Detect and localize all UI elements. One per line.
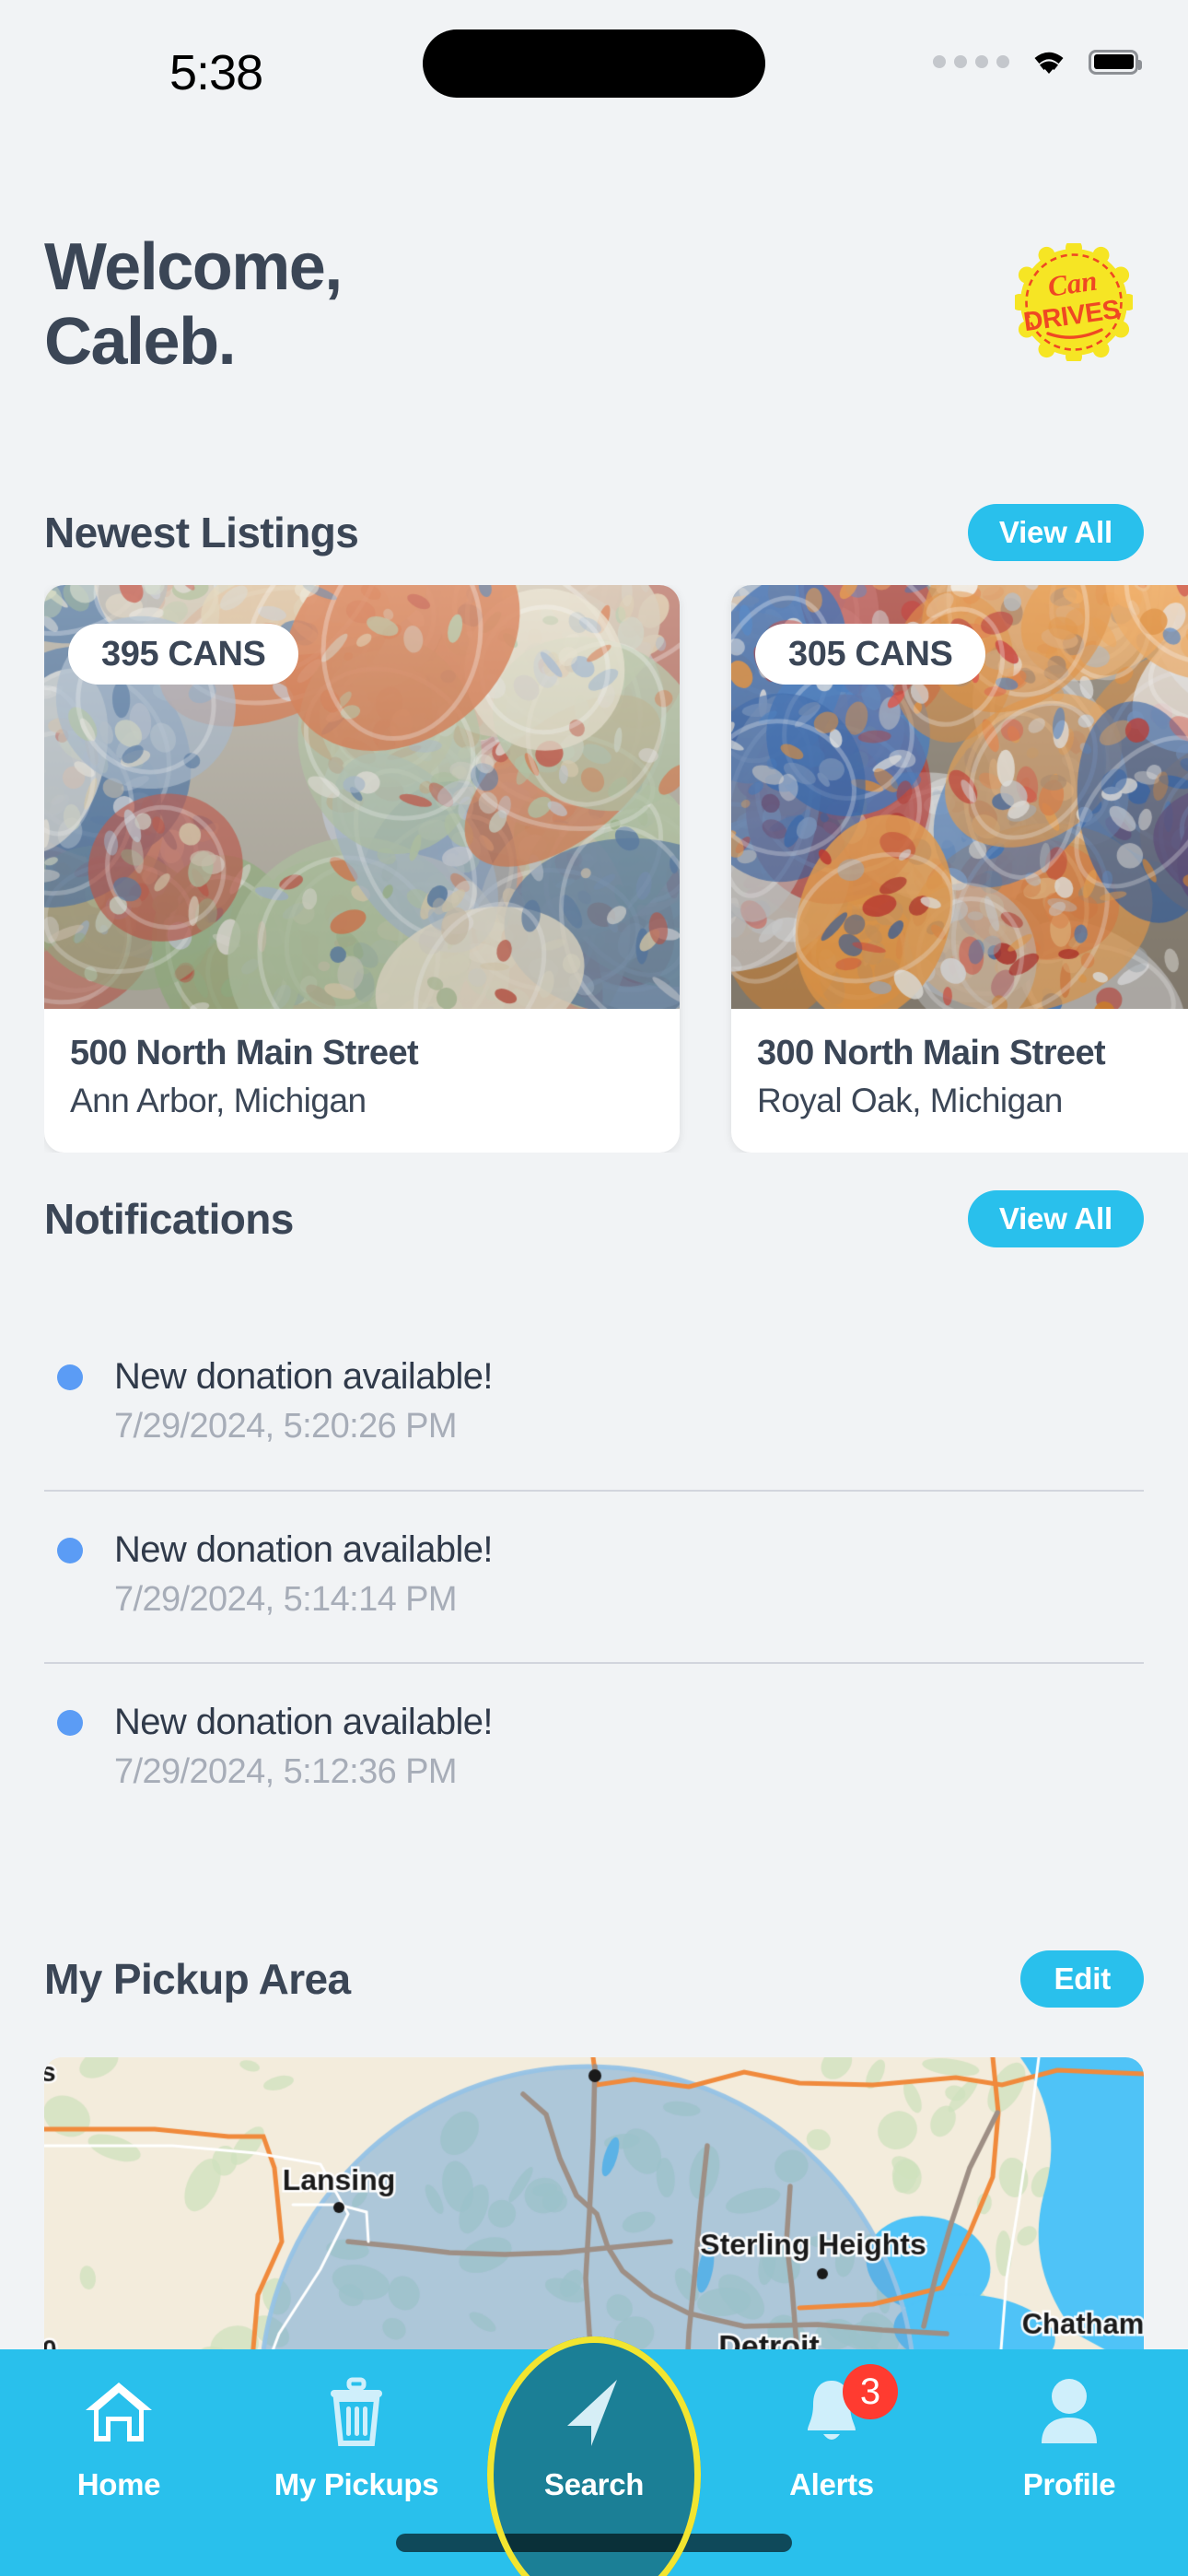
notification-item[interactable]: New donation available! 7/29/2024, 5:12:… xyxy=(44,1686,1144,1817)
can-drives-logo: Can DRIVES xyxy=(1011,240,1136,365)
listings-carousel[interactable]: 395 CANS 500 North Main Street Ann Arbor… xyxy=(44,585,1188,1153)
listing-details: 500 North Main Street Ann Arbor, Michiga… xyxy=(44,1009,680,1153)
tab-label-alerts: Alerts xyxy=(789,2467,874,2501)
tab-label-profile: Profile xyxy=(1022,2467,1116,2501)
battery-full-icon xyxy=(1089,49,1142,75)
notification-timestamp: 7/29/2024, 5:14:14 PM xyxy=(114,1579,458,1619)
pickup-area-edit-button[interactable]: Edit xyxy=(1020,1950,1144,2008)
listing-city-state: Ann Arbor, Michigan xyxy=(70,1081,367,1119)
notification-title: New donation available! xyxy=(114,1528,494,1570)
svg-text:Can: Can xyxy=(1046,264,1100,303)
pickup-area-section-header: My Pickup Area Edit xyxy=(44,1944,1144,2014)
status-bar-time: 5:38 xyxy=(169,45,263,100)
unread-dot-icon xyxy=(57,1710,83,1736)
person-icon xyxy=(1037,2370,1101,2454)
notification-timestamp: 7/29/2024, 5:20:26 PM xyxy=(114,1407,458,1446)
listing-address: 300 North Main Street xyxy=(757,1034,1106,1072)
tab-label-search: Search xyxy=(543,2467,645,2501)
listings-view-all-button[interactable]: View All xyxy=(967,504,1144,561)
greeting-line-2: Caleb. xyxy=(44,304,237,379)
cans-count-badge: 305 CANS xyxy=(755,624,986,685)
notification-title: New donation available! xyxy=(114,1356,494,1397)
home-indicator xyxy=(396,2534,792,2552)
app-screen: 5:38 Welcome, Caleb. Can DRIVES Newest L… xyxy=(0,0,1188,2576)
navigate-arrow-icon xyxy=(560,2370,628,2454)
bell-icon: 3 xyxy=(798,2364,898,2454)
notification-timestamp: 7/29/2024, 5:12:36 PM xyxy=(114,1752,458,1791)
listings-section-header: Newest Listings View All xyxy=(44,498,1144,568)
listing-details: 300 North Main Street Royal Oak, Michiga… xyxy=(731,1009,1188,1153)
status-bar: 5:38 xyxy=(0,0,1188,103)
alerts-badge: 3 xyxy=(843,2364,898,2419)
listing-card[interactable]: 305 CANS 300 North Main Street Royal Oak… xyxy=(731,585,1188,1153)
home-icon xyxy=(83,2370,155,2454)
notifications-view-all-button[interactable]: View All xyxy=(967,1190,1144,1247)
cans-count-badge: 395 CANS xyxy=(68,624,299,685)
notification-title: New donation available! xyxy=(114,1702,494,1742)
unread-dot-icon xyxy=(57,1364,83,1390)
bottom-tab-bar: Home My Pickups Search 3 Alerts Profile xyxy=(0,2336,1188,2576)
listing-card[interactable]: 395 CANS 500 North Main Street Ann Arbor… xyxy=(44,585,680,1153)
notifications-title: Notifications xyxy=(44,1195,294,1243)
tab-alerts[interactable]: 3 Alerts xyxy=(722,2364,941,2502)
page-title: Welcome, Caleb. xyxy=(44,230,634,379)
tab-my-pickups[interactable]: My Pickups xyxy=(247,2370,466,2502)
wifi-icon xyxy=(1030,48,1068,76)
listing-address: 500 North Main Street xyxy=(70,1034,419,1072)
tab-home[interactable]: Home xyxy=(9,2370,228,2502)
trash-icon xyxy=(327,2370,386,2454)
notifications-section-header: Notifications View All xyxy=(44,1184,1144,1254)
pickup-area-map[interactable] xyxy=(44,2057,1144,2371)
listing-city-state: Royal Oak, Michigan xyxy=(757,1081,1063,1119)
greeting-line-1: Welcome, xyxy=(44,230,343,304)
signal-dots-icon xyxy=(933,55,1009,68)
unread-dot-icon xyxy=(57,1537,83,1563)
listings-title: Newest Listings xyxy=(44,509,359,556)
status-bar-indicators xyxy=(933,48,1142,76)
dynamic-island xyxy=(423,29,765,98)
tab-label-my-pickups: My Pickups xyxy=(274,2467,439,2501)
page-header: Welcome, Caleb. Can DRIVES xyxy=(44,230,1144,379)
notification-item[interactable]: New donation available! 7/29/2024, 5:14:… xyxy=(44,1514,1144,1645)
notifications-list: New donation available! 7/29/2024, 5:20:… xyxy=(44,1341,1144,1817)
tab-search[interactable]: Search xyxy=(484,2336,704,2576)
tab-label-home: Home xyxy=(76,2467,161,2501)
notification-item[interactable]: New donation available! 7/29/2024, 5:20:… xyxy=(44,1341,1144,1471)
tab-profile[interactable]: Profile xyxy=(960,2370,1179,2502)
pickup-area-title: My Pickup Area xyxy=(44,1955,351,2003)
notification-divider xyxy=(44,1662,1144,1664)
listing-photo: 305 CANS xyxy=(731,585,1188,1009)
notification-divider xyxy=(44,1489,1144,1492)
listing-photo: 395 CANS xyxy=(44,585,680,1009)
